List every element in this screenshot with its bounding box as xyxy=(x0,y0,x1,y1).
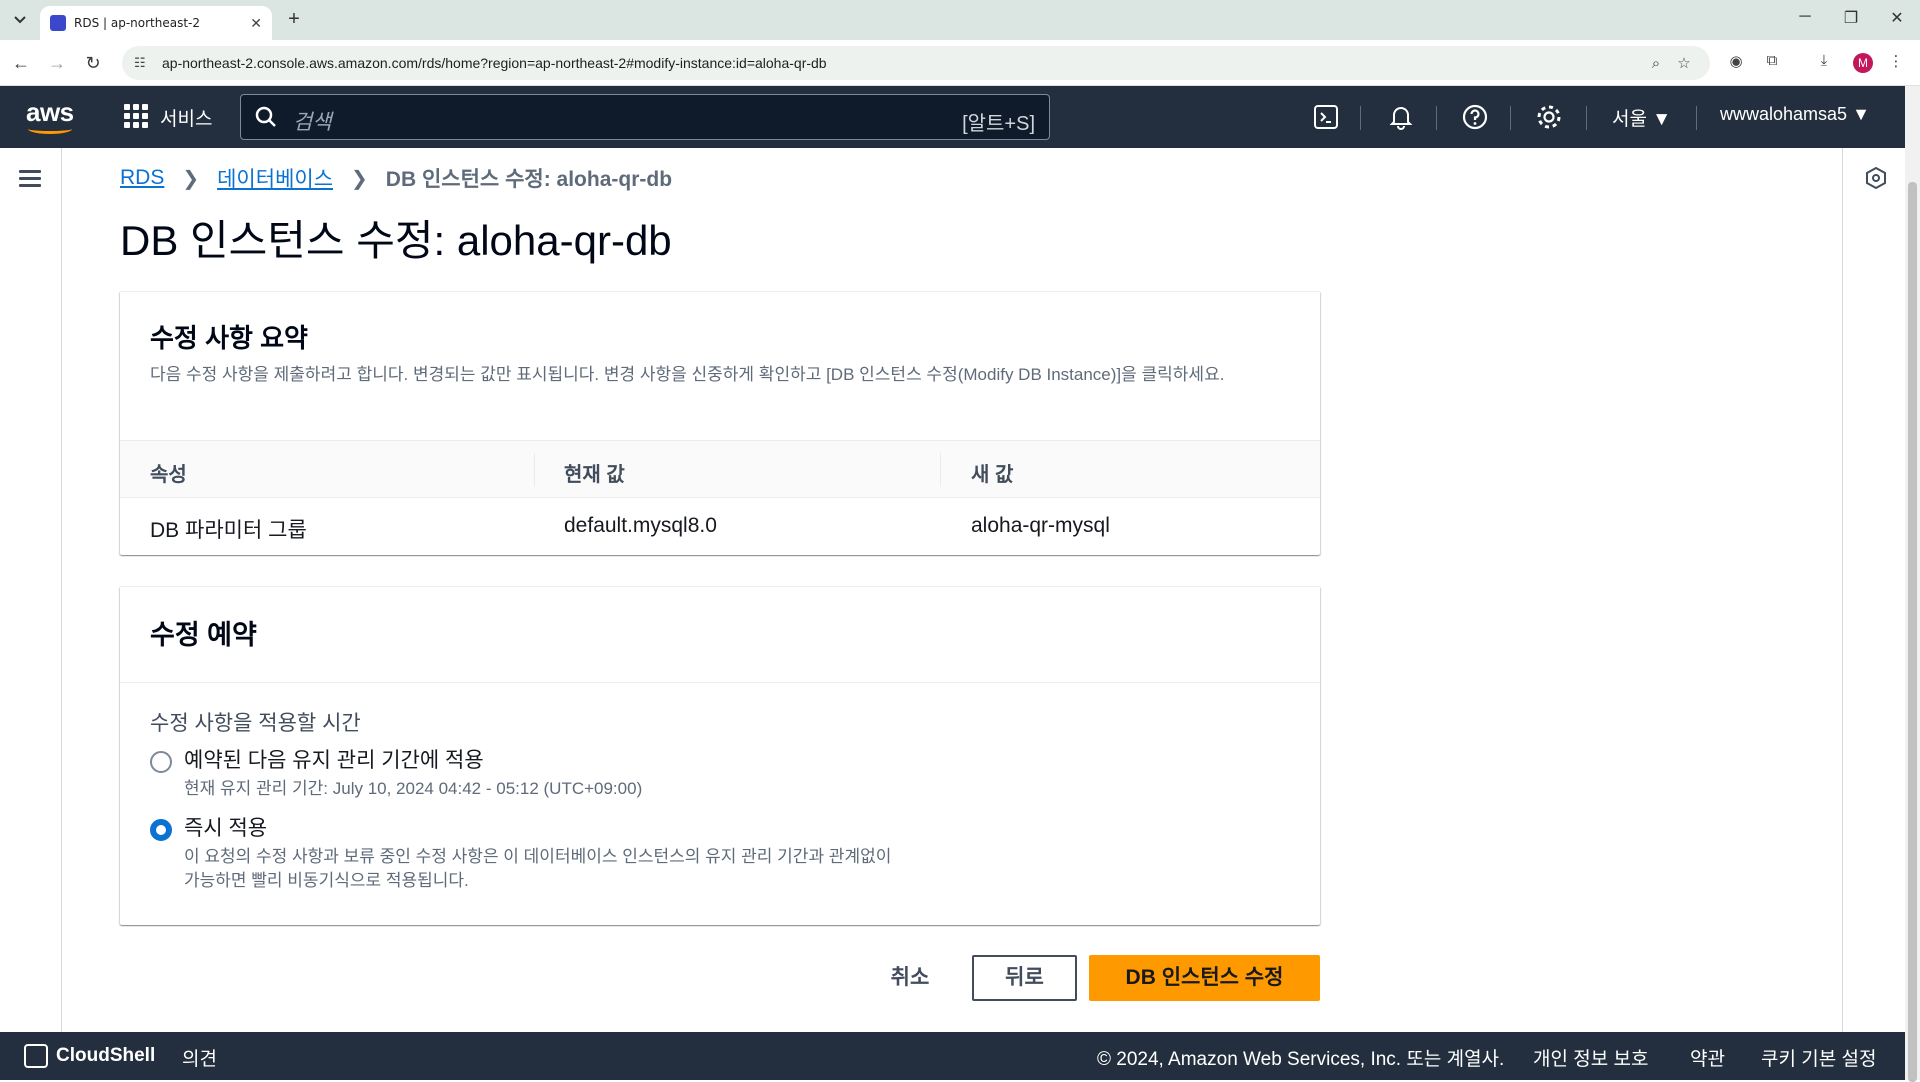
region-caret-icon: ▼ xyxy=(1652,109,1672,130)
cloudshell-footer-button[interactable]: CloudShell xyxy=(24,1044,155,1068)
restore-icon[interactable]: ❐ xyxy=(1836,8,1866,28)
option-apply-immediately[interactable]: 즉시 적용 이 요청의 수정 사항과 보류 중인 수정 사항은 이 데이터베이스… xyxy=(150,815,1290,893)
search-placeholder: 검색 xyxy=(293,111,332,134)
breadcrumb-chevron-icon: ❯ xyxy=(351,167,368,190)
back-icon[interactable]: ← xyxy=(8,50,34,76)
terms-link[interactable]: 약관 xyxy=(1690,1044,1725,1071)
radio-apply-immediately[interactable] xyxy=(150,819,172,841)
console-footer: CloudShell 의견 © 2024, Amazon Web Service… xyxy=(0,1032,1905,1080)
column-header-attribute: 속성 xyxy=(150,464,187,486)
back-button[interactable]: 뒤로 xyxy=(972,955,1077,1001)
site-info-icon[interactable]: ☷ xyxy=(134,55,150,71)
option-apply-immediately-label: 즉시 적용 xyxy=(184,817,268,840)
minimize-icon[interactable]: ─ xyxy=(1790,8,1820,26)
services-menu[interactable]: 서비스 xyxy=(160,104,212,131)
info-panel-icon[interactable] xyxy=(1864,166,1888,190)
breadcrumb-databases-link[interactable]: 데이터베이스 xyxy=(217,163,333,193)
search-shortcut-hint: [알트+S] xyxy=(962,113,1035,135)
zoom-icon[interactable]: ⌕ xyxy=(1642,55,1670,72)
page-title: DB 인스턴스 수정: aloha-qr-db xyxy=(120,217,672,264)
copyright-text: © 2024, Amazon Web Services, Inc. 또는 계열사… xyxy=(1097,1049,1505,1070)
tab-search-chevron-icon[interactable] xyxy=(6,8,34,32)
breadcrumb-rds-link[interactable]: RDS xyxy=(120,166,164,190)
column-header-new-value: 새 값 xyxy=(971,464,1014,486)
option-apply-immediately-description-line1: 이 요청의 수정 사항과 보류 중인 수정 사항은 이 데이터베이스 인스턴스의… xyxy=(184,847,892,866)
notifications-bell-icon[interactable] xyxy=(1386,102,1416,132)
option-maintenance-window-label: 예약된 다음 유지 관리 기간에 적용 xyxy=(184,749,484,772)
scrollbar-thumb[interactable] xyxy=(1908,182,1917,1082)
radio-maintenance-window[interactable] xyxy=(150,751,172,773)
cookie-preferences-link[interactable]: 쿠키 기본 설정 xyxy=(1761,1044,1876,1071)
search-input[interactable]: 검색 [알트+S] xyxy=(240,94,1050,140)
url-text: ap-northeast-2.console.aws.amazon.com/rd… xyxy=(162,55,827,71)
cloudshell-icon[interactable] xyxy=(1311,102,1341,132)
region-label: 서울 xyxy=(1612,109,1647,130)
summary-description: 다음 수정 사항을 제출하려고 합니다. 변경되는 값만 표시됩니다. 변경 사… xyxy=(150,365,1225,384)
services-grid-icon[interactable] xyxy=(124,104,148,128)
browser-tabstrip: RDS | ap-northeast-2 ✕ + ─ ❐ ✕ xyxy=(0,0,1920,40)
profile-avatar[interactable]: M xyxy=(1853,53,1873,73)
account-caret-icon: ▼ xyxy=(1852,104,1870,124)
cloudshell-label: CloudShell xyxy=(56,1045,156,1066)
address-bar[interactable]: ☷ ap-northeast-2.console.aws.amazon.com/… xyxy=(122,46,1710,80)
aws-top-nav: aws 서비스 검색 [알트+S] 서울 ▼ wwwalohamsa5 ▼ xyxy=(0,86,1905,148)
screenshot-icon[interactable]: ◉ xyxy=(1724,52,1748,74)
settings-gear-icon[interactable] xyxy=(1534,102,1564,132)
page-scrollbar[interactable] xyxy=(1905,86,1920,1082)
breadcrumb: RDS ❯ 데이터베이스 ❯ DB 인스턴스 수정: aloha-qr-db xyxy=(120,163,672,193)
privacy-link[interactable]: 개인 정보 보호 xyxy=(1533,1044,1648,1071)
feedback-link[interactable]: 의견 xyxy=(182,1044,217,1071)
modify-db-instance-button[interactable]: DB 인스턴스 수정 xyxy=(1089,955,1320,1001)
bookmark-star-icon[interactable]: ☆ xyxy=(1670,54,1698,72)
apply-time-label: 수정 사항을 적용할 시간 xyxy=(150,712,361,735)
region-selector[interactable]: 서울 ▼ xyxy=(1612,104,1671,131)
browser-toolbar: ← → ↻ ☷ ap-northeast-2.console.aws.amazo… xyxy=(0,40,1920,86)
breadcrumb-chevron-icon: ❯ xyxy=(182,167,200,190)
hamburger-menu-icon[interactable] xyxy=(19,170,41,188)
modification-summary-panel: 수정 사항 요약 다음 수정 사항을 제출하려고 합니다. 변경되는 값만 표시… xyxy=(120,291,1320,555)
table-row: DB 파라미터 그룹 default.mysql8.0 aloha-qr-mys… xyxy=(120,498,1320,558)
aws-logo[interactable]: aws xyxy=(26,99,76,134)
summary-table: 속성 현재 값 새 값 DB 파라미터 그룹 default.mysql8.0 … xyxy=(120,440,1320,558)
extensions-icon[interactable]: ⧉ xyxy=(1760,52,1784,74)
cell-new-value: aloha-qr-mysql xyxy=(971,514,1110,537)
table-header-row: 속성 현재 값 새 값 xyxy=(120,440,1320,498)
cancel-button[interactable]: 취소 xyxy=(880,956,940,1000)
cell-attribute: DB 파라미터 그룹 xyxy=(150,519,307,542)
account-label: wwwalohamsa5 xyxy=(1720,104,1848,124)
window-close-icon[interactable]: ✕ xyxy=(1882,8,1912,28)
reload-icon[interactable]: ↻ xyxy=(80,50,106,76)
new-tab-icon[interactable]: + xyxy=(282,8,306,32)
schedule-panel: 수정 예약 수정 사항을 적용할 시간 예약된 다음 유지 관리 기간에 적용 … xyxy=(120,586,1320,925)
forward-icon[interactable]: → xyxy=(44,50,70,76)
account-menu[interactable]: wwwalohamsa5 ▼ xyxy=(1720,104,1870,125)
breadcrumb-current: DB 인스턴스 수정: aloha-qr-db xyxy=(385,168,673,191)
browser-tab[interactable]: RDS | ap-northeast-2 ✕ xyxy=(40,6,272,40)
column-header-current-value: 현재 값 xyxy=(564,464,625,486)
summary-title: 수정 사항 요약 xyxy=(150,323,308,353)
help-icon[interactable] xyxy=(1460,102,1490,132)
cloudshell-footer-icon xyxy=(24,1044,48,1068)
download-icon[interactable]: ⤓ xyxy=(1812,52,1836,74)
option-maintenance-window[interactable]: 예약된 다음 유지 관리 기간에 적용 현재 유지 관리 기간: July 10… xyxy=(150,747,1290,801)
search-icon xyxy=(255,106,276,127)
browser-menu-icon[interactable]: ⋮ xyxy=(1884,52,1908,74)
left-navigation-rail xyxy=(0,148,62,1032)
option-maintenance-window-description: 현재 유지 관리 기간: July 10, 2024 04:42 - 05:12… xyxy=(184,779,643,798)
rds-favicon-icon xyxy=(50,15,66,31)
right-tools-rail xyxy=(1842,148,1905,1032)
cell-current-value: default.mysql8.0 xyxy=(564,514,717,537)
option-apply-immediately-description-line2: 가능하면 빨리 비동기식으로 적용됩니다. xyxy=(184,871,469,890)
tab-title: RDS | ap-northeast-2 xyxy=(74,16,201,30)
tab-close-icon[interactable]: ✕ xyxy=(250,15,262,32)
schedule-title: 수정 예약 xyxy=(150,620,257,650)
